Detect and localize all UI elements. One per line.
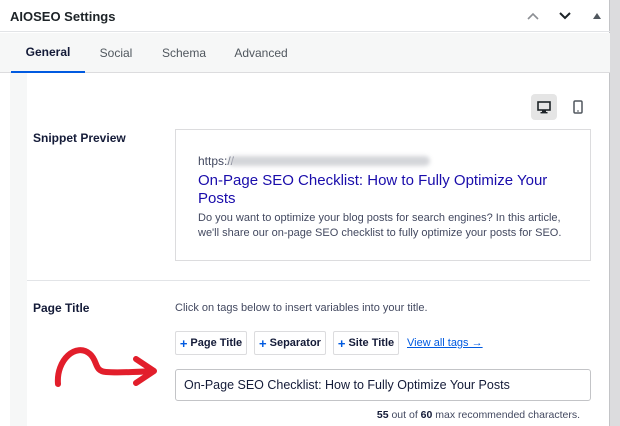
- tag-label: Separator: [269, 337, 321, 349]
- tag-label: Page Title: [190, 337, 243, 349]
- snippet-description: Do you want to optimize your blog posts …: [198, 212, 562, 239]
- plus-icon: +: [259, 335, 267, 351]
- tab-social[interactable]: Social: [92, 33, 140, 73]
- panel-header: AIOSEO Settings: [0, 0, 610, 32]
- chevron-down-icon: [559, 12, 571, 20]
- page-title-helper: Click on tags below to insert variables …: [175, 302, 428, 314]
- tab-schema[interactable]: Schema: [157, 33, 211, 73]
- mobile-preview-button[interactable]: [565, 94, 591, 120]
- chevron-up-icon: [527, 12, 539, 20]
- char-counter: 55 out of 60 max recommended characters.: [377, 409, 580, 421]
- panel-title: AIOSEO Settings: [10, 9, 116, 24]
- aioseo-settings-panel: AIOSEO Settings General Social Schema Ad…: [0, 0, 610, 426]
- tag-site-title-button[interactable]: + Site Title: [333, 331, 399, 355]
- plus-icon: +: [337, 335, 346, 351]
- toggle-panel-button[interactable]: [585, 0, 609, 32]
- char-max: 60: [420, 409, 433, 421]
- tag-separator-button[interactable]: + Separator: [254, 331, 326, 355]
- settings-tabs: General Social Schema Advanced: [0, 33, 610, 73]
- snippet-title[interactable]: On-Page SEO Checklist: How to Fully Opti…: [198, 172, 568, 208]
- blurred-url-path: [228, 156, 430, 166]
- tag-page-title-button[interactable]: + Page Title: [175, 331, 247, 355]
- page-title-label: Page Title: [33, 301, 90, 315]
- page-title-input[interactable]: [175, 369, 591, 401]
- snippet-preview-label: Snippet Preview: [33, 131, 126, 145]
- tab-advanced[interactable]: Advanced: [230, 33, 292, 73]
- tab-general[interactable]: General: [11, 33, 85, 73]
- red-arrow-annotation: [54, 347, 157, 387]
- move-down-button[interactable]: [553, 0, 577, 32]
- counter-text-2: max recommended characters.: [432, 409, 580, 421]
- char-count: 55: [376, 409, 389, 421]
- view-all-tags-link[interactable]: View all tags →: [407, 337, 483, 349]
- desktop-icon: [537, 100, 551, 113]
- section-divider: [27, 280, 590, 281]
- tag-label: Site Title: [348, 337, 395, 349]
- plus-icon: +: [179, 335, 188, 351]
- caret-up-icon: [593, 13, 601, 19]
- move-up-button[interactable]: [521, 0, 545, 32]
- mobile-icon: [573, 100, 583, 114]
- desktop-preview-button[interactable]: [531, 94, 557, 120]
- counter-text-1: out of: [388, 409, 421, 421]
- snippet-preview-box: https:// On-Page SEO Checklist: How to F…: [175, 129, 591, 261]
